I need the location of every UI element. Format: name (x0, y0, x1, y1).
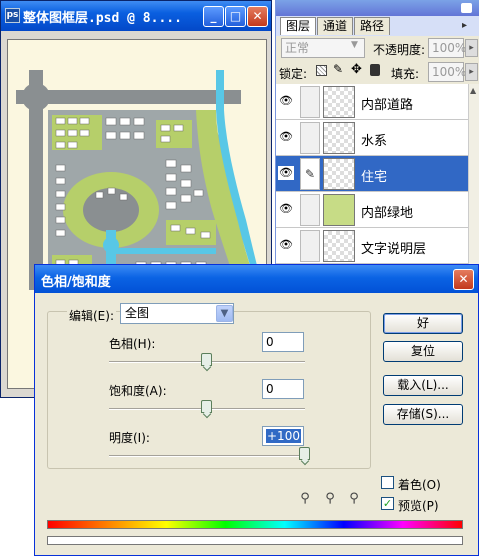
opacity-arrow-icon[interactable]: ▸ (465, 39, 478, 57)
hue-slider-thumb[interactable] (201, 353, 212, 366)
layer-name: 内部道路 (361, 98, 414, 113)
layer-name: 内部绿地 (361, 206, 414, 221)
layer-row[interactable]: 👁 文字说明层 (276, 228, 468, 264)
hue-input[interactable]: 0 (262, 332, 304, 352)
panel-header-bar[interactable] (276, 0, 479, 16)
brush-icon[interactable]: ✎ (300, 158, 320, 190)
dialog-close-button[interactable]: ✕ (453, 269, 474, 290)
lock-transparent-icon[interactable] (316, 65, 327, 76)
saturation-slider-thumb[interactable] (201, 400, 212, 413)
ok-button[interactable]: 好 (383, 313, 463, 334)
layer-row[interactable]: 👁 内部绿地 (276, 192, 468, 228)
layer-thumbnail (323, 122, 355, 154)
maximize-button[interactable]: □ (225, 6, 246, 27)
layer-link-slot[interactable] (300, 86, 320, 118)
lightness-value: +100 (266, 429, 301, 443)
panel-collapse-icon[interactable] (461, 3, 472, 13)
layer-row[interactable]: 👁 水系 (276, 120, 468, 156)
panel-menu-icon[interactable]: ▸ (462, 20, 476, 32)
dialog-title: 色相/饱和度 (41, 275, 111, 290)
hue-label: 色相(H): (109, 337, 156, 351)
visibility-eye-icon[interactable]: 👁 (278, 166, 294, 180)
chevron-down-icon[interactable]: ▼ (216, 305, 233, 322)
tab-layers[interactable]: 图层 (280, 17, 317, 35)
colorize-checkbox[interactable] (381, 476, 394, 489)
layer-thumbnail (323, 230, 355, 262)
saturation-label: 饱和度(A): (109, 384, 167, 398)
layer-name: 住宅 (361, 170, 388, 185)
save-button[interactable]: 存储(S)... (383, 404, 463, 425)
layer-row[interactable]: 👁 内部道路 (276, 84, 468, 120)
eyedropper-icon[interactable]: ⚲ (297, 491, 313, 507)
blend-row: 正常 ▼ 不透明度: 100% ▸ (276, 36, 479, 60)
lightness-input[interactable]: +100 (262, 426, 304, 446)
panel-tabs: 图层 通道 路径 (280, 17, 391, 35)
opacity-label: 不透明度: (373, 43, 426, 57)
output-color-spectrum (47, 536, 463, 545)
layer-name: 水系 (361, 134, 388, 149)
colorize-label[interactable]: 着色(O) (398, 476, 441, 493)
load-button[interactable]: 载入(L)... (383, 375, 463, 396)
edit-label: 编辑(E): (67, 307, 116, 324)
lightness-slider-track[interactable] (109, 455, 305, 457)
scroll-up-icon[interactable]: ▲ (470, 86, 479, 98)
document-title: 整体图框层.psd @ 8.... (23, 11, 182, 26)
opacity-input[interactable]: 100% (428, 38, 466, 58)
fill-arrow-icon[interactable]: ▸ (465, 63, 478, 81)
layer-link-slot[interactable] (300, 230, 320, 262)
fill-input[interactable]: 100% (428, 62, 466, 82)
adjustment-group (47, 311, 371, 469)
lock-label: 锁定: (279, 67, 308, 81)
visibility-eye-icon[interactable]: 👁 (278, 130, 294, 144)
layer-row-selected[interactable]: 👁 ✎ 住宅 (276, 156, 468, 192)
visibility-eye-icon[interactable]: 👁 (278, 94, 294, 108)
fill-label: 填充: (391, 67, 420, 81)
lock-brush-icon[interactable]: ✎ (333, 62, 343, 76)
lightness-slider-thumb[interactable] (299, 447, 310, 460)
blend-mode-chevron-icon[interactable]: ▼ (351, 40, 363, 54)
layer-thumbnail (323, 86, 355, 118)
saturation-input[interactable]: 0 (262, 379, 304, 399)
lock-all-icon[interactable] (370, 64, 380, 76)
layer-thumbnail (323, 194, 355, 226)
input-color-spectrum (47, 520, 463, 529)
preview-checkbox[interactable]: ✓ (381, 497, 394, 510)
eyedropper-minus-icon[interactable]: ⚲ (346, 491, 362, 507)
visibility-eye-icon[interactable]: 👁 (278, 202, 294, 216)
layer-link-slot[interactable] (300, 194, 320, 226)
layer-list: 👁 内部道路 👁 水系 👁 ✎ 住宅 👁 内部绿地 👁 文字说明层 (276, 84, 468, 268)
layer-name: 文字说明层 (361, 242, 427, 257)
preview-label[interactable]: 预览(P) (398, 497, 439, 514)
lock-row: 锁定: ✎ ✥ 填充: 100% ▸ (276, 60, 479, 84)
reset-button[interactable]: 复位 (383, 341, 463, 362)
lightness-label: 明度(I): (109, 431, 150, 445)
layer-thumbnail (323, 158, 355, 190)
close-button[interactable]: ✕ (247, 6, 268, 27)
lock-move-icon[interactable]: ✥ (351, 62, 362, 77)
layers-panel: 图层 通道 路径 ▸ 正常 ▼ 不透明度: 100% ▸ 锁定: ✎ ✥ 填充:… (275, 0, 479, 268)
layer-list-scrollbar[interactable]: ▲ (468, 84, 479, 268)
visibility-eye-icon[interactable]: 👁 (278, 238, 294, 252)
hue-saturation-dialog: 色相/饱和度 ✕ 编辑(E): 全图 ▼ 色相(H): 0 饱和度(A): 0 … (34, 264, 479, 556)
tab-channels[interactable]: 通道 (317, 17, 354, 35)
minimize-button[interactable]: _ (203, 6, 224, 27)
eyedropper-plus-icon[interactable]: ⚲ (322, 491, 338, 507)
layer-link-slot[interactable] (300, 122, 320, 154)
tab-paths[interactable]: 路径 (354, 17, 391, 35)
photoshop-document-icon: ps (5, 8, 20, 23)
document-titlebar[interactable]: ps 整体图框层.psd @ 8.... _ □ ✕ (1, 1, 271, 31)
dialog-titlebar[interactable]: 色相/饱和度 ✕ (35, 265, 478, 293)
